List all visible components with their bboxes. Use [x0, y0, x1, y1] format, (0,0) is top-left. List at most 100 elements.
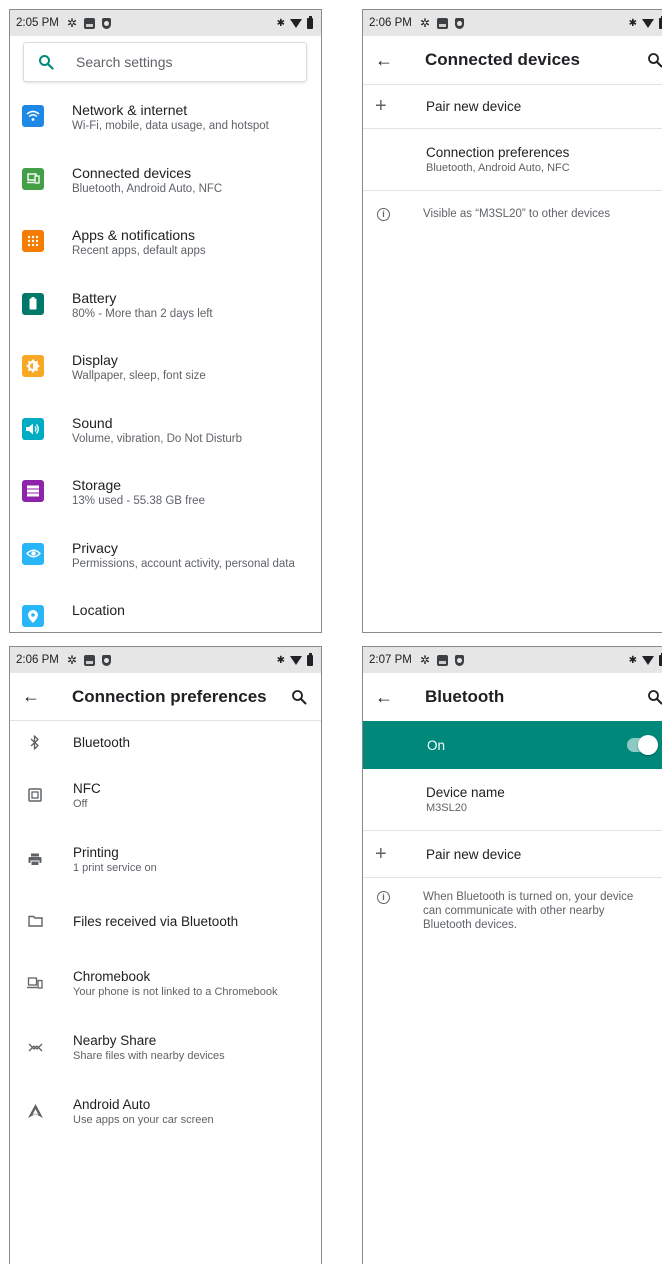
battery-icon — [22, 292, 44, 315]
bluetooth-status-icon: ✱ — [628, 17, 637, 29]
bluetooth-info: i When Bluetooth is turned on, your devi… — [363, 878, 662, 932]
settings-notification-icon: ✲ — [66, 653, 77, 667]
connected-devices-screen: 2:06 PM ✲ ✱ ← Connected devices + Pair n… — [362, 9, 662, 633]
settings-list: Network & internet Wi-Fi, mobile, data u… — [10, 82, 321, 632]
pref-item-files-received[interactable]: Files received via Bluetooth — [10, 891, 321, 951]
bluetooth-status-icon: ✱ — [276, 654, 285, 666]
search-settings-bar[interactable]: Search settings — [23, 42, 307, 82]
battery-status-icon — [307, 652, 313, 666]
app-bar: ← Connected devices — [363, 36, 662, 84]
search-icon[interactable] — [647, 52, 662, 68]
pair-new-device-label: Pair new device — [426, 846, 522, 862]
visibility-info: i Visible as “M3SL20” to other devices — [363, 191, 662, 237]
image-notification-icon — [83, 17, 95, 29]
bluetooth-icon — [10, 734, 46, 750]
back-arrow-icon[interactable]: ← — [10, 686, 48, 707]
nfc-icon — [10, 788, 46, 802]
settings-item-title: Sound — [72, 414, 113, 431]
settings-screen: 2:05 PM ✲ ✱ Search settings Network & in… — [9, 9, 322, 633]
bluetooth-toggle-bar[interactable]: On — [363, 721, 662, 769]
search-placeholder: Search settings — [76, 54, 173, 70]
bluetooth-screen: 2:07 PM ✲ ✱ ← Bluetooth On Device name M — [362, 646, 662, 1264]
image-notification-icon — [436, 654, 448, 666]
settings-item-sound[interactable]: Sound Volume, vibration, Do Not Disturb — [10, 403, 321, 466]
settings-notification-icon: ✲ — [66, 16, 77, 30]
volume-icon — [22, 417, 44, 440]
bluetooth-status-icon: ✱ — [276, 17, 285, 29]
settings-item-network[interactable]: Network & internet Wi-Fi, mobile, data u… — [10, 90, 321, 153]
shield-notification-icon — [454, 17, 464, 29]
status-bar: 2:06 PM ✲ ✱ — [10, 647, 321, 673]
settings-item-subtitle: Permissions, account activity, personal … — [72, 557, 295, 570]
connection-preferences-row[interactable]: Connection preferences Bluetooth, Androi… — [363, 129, 662, 191]
back-arrow-icon[interactable]: ← — [363, 687, 401, 708]
wifi-status-icon — [642, 18, 654, 28]
settings-item-subtitle: 80% - More than 2 days left — [72, 307, 213, 320]
settings-item-connected-devices[interactable]: Connected devices Bluetooth, Android Aut… — [10, 153, 321, 216]
app-bar: ← Connection preferences — [10, 673, 321, 721]
bluetooth-toggle-label: On — [427, 737, 446, 753]
bluetooth-switch[interactable] — [627, 735, 658, 755]
pref-item-title: Android Auto — [73, 1096, 151, 1112]
app-bar: ← Bluetooth — [363, 673, 662, 721]
info-icon: i — [377, 207, 390, 221]
connection-preferences-screen: 2:06 PM ✲ ✱ ← Connection preferences Blu… — [9, 646, 322, 1264]
settings-item-subtitle: Recent apps, default apps — [72, 245, 206, 257]
settings-item-title: Network & internet — [72, 102, 188, 118]
pref-item-subtitle: Off — [73, 797, 88, 810]
settings-notification-icon: ✲ — [419, 16, 430, 30]
pref-item-nearby-share[interactable]: Nearby Share Share files with nearby dev… — [10, 1015, 321, 1079]
pref-item-title: NFC — [73, 780, 101, 796]
storage-icon — [22, 480, 44, 502]
pref-item-subtitle: Your phone is not linked to a Chromebook — [73, 985, 278, 998]
pref-item-android-auto[interactable]: Android Auto Use apps on your car screen — [10, 1079, 321, 1143]
settings-item-subtitle: 13% used - 55.38 GB free — [72, 495, 205, 507]
settings-item-storage[interactable]: Storage 13% used - 55.38 GB free — [10, 465, 321, 528]
pair-new-device-label: Pair new device — [426, 99, 522, 114]
settings-item-title: Privacy — [72, 539, 118, 556]
settings-item-title: Battery — [72, 289, 117, 306]
settings-item-apps[interactable]: Apps & notifications Recent apps, defaul… — [10, 215, 321, 278]
settings-item-subtitle: Bluetooth, Android Auto, NFC — [72, 182, 223, 195]
settings-item-display[interactable]: Display Wallpaper, sleep, font size — [10, 340, 321, 403]
pair-new-device-row[interactable]: + Pair new device — [363, 831, 662, 878]
visibility-info-text: Visible as “M3SL20” to other devices — [423, 208, 611, 220]
pref-item-subtitle: Share files with nearby devices — [73, 1049, 225, 1062]
settings-item-title: Location — [72, 602, 125, 618]
image-notification-icon — [436, 17, 448, 29]
status-bar: 2:06 PM ✲ ✱ — [363, 10, 662, 36]
status-time: 2:06 PM — [16, 654, 59, 666]
plus-icon: + — [375, 95, 387, 117]
settings-item-location[interactable]: Location — [10, 590, 321, 632]
device-name-value: M3SL20 — [426, 802, 467, 814]
status-bar: 2:05 PM ✲ ✱ — [10, 10, 321, 36]
wifi-icon — [22, 105, 44, 127]
settings-item-subtitle: Wi-Fi, mobile, data usage, and hotspot — [72, 120, 269, 132]
pair-new-device-row[interactable]: + Pair new device — [363, 84, 662, 129]
pref-item-title: Nearby Share — [73, 1032, 157, 1048]
battery-status-icon — [307, 15, 313, 29]
status-time: 2:07 PM — [369, 654, 412, 666]
back-arrow-icon[interactable]: ← — [363, 50, 401, 71]
pref-item-title: Bluetooth — [73, 734, 131, 750]
shield-notification-icon — [454, 654, 464, 666]
connection-preferences-title: Connection preferences — [426, 145, 570, 160]
brightness-icon — [22, 355, 44, 377]
pref-item-nfc[interactable]: NFC Off — [10, 763, 321, 827]
settings-item-battery[interactable]: Battery 80% - More than 2 days left — [10, 278, 321, 341]
bluetooth-status-icon: ✱ — [628, 654, 637, 666]
pref-item-chromebook[interactable]: Chromebook Your phone is not linked to a… — [10, 951, 321, 1015]
connection-preferences-subtitle: Bluetooth, Android Auto, NFC — [426, 162, 570, 174]
device-name-row[interactable]: Device name M3SL20 — [363, 769, 662, 831]
status-time: 2:06 PM — [369, 17, 412, 29]
settings-item-privacy[interactable]: Privacy Permissions, account activity, p… — [10, 528, 321, 591]
page-title: Bluetooth — [425, 687, 505, 706]
wifi-status-icon — [290, 655, 302, 665]
android-auto-icon — [10, 1104, 46, 1118]
search-icon[interactable] — [647, 689, 662, 705]
pref-item-title: Chromebook — [73, 968, 151, 984]
privacy-icon — [22, 542, 44, 565]
search-icon[interactable] — [291, 689, 307, 705]
pref-item-bluetooth[interactable]: Bluetooth — [10, 721, 321, 763]
pref-item-printing[interactable]: Printing 1 print service on — [10, 827, 321, 891]
